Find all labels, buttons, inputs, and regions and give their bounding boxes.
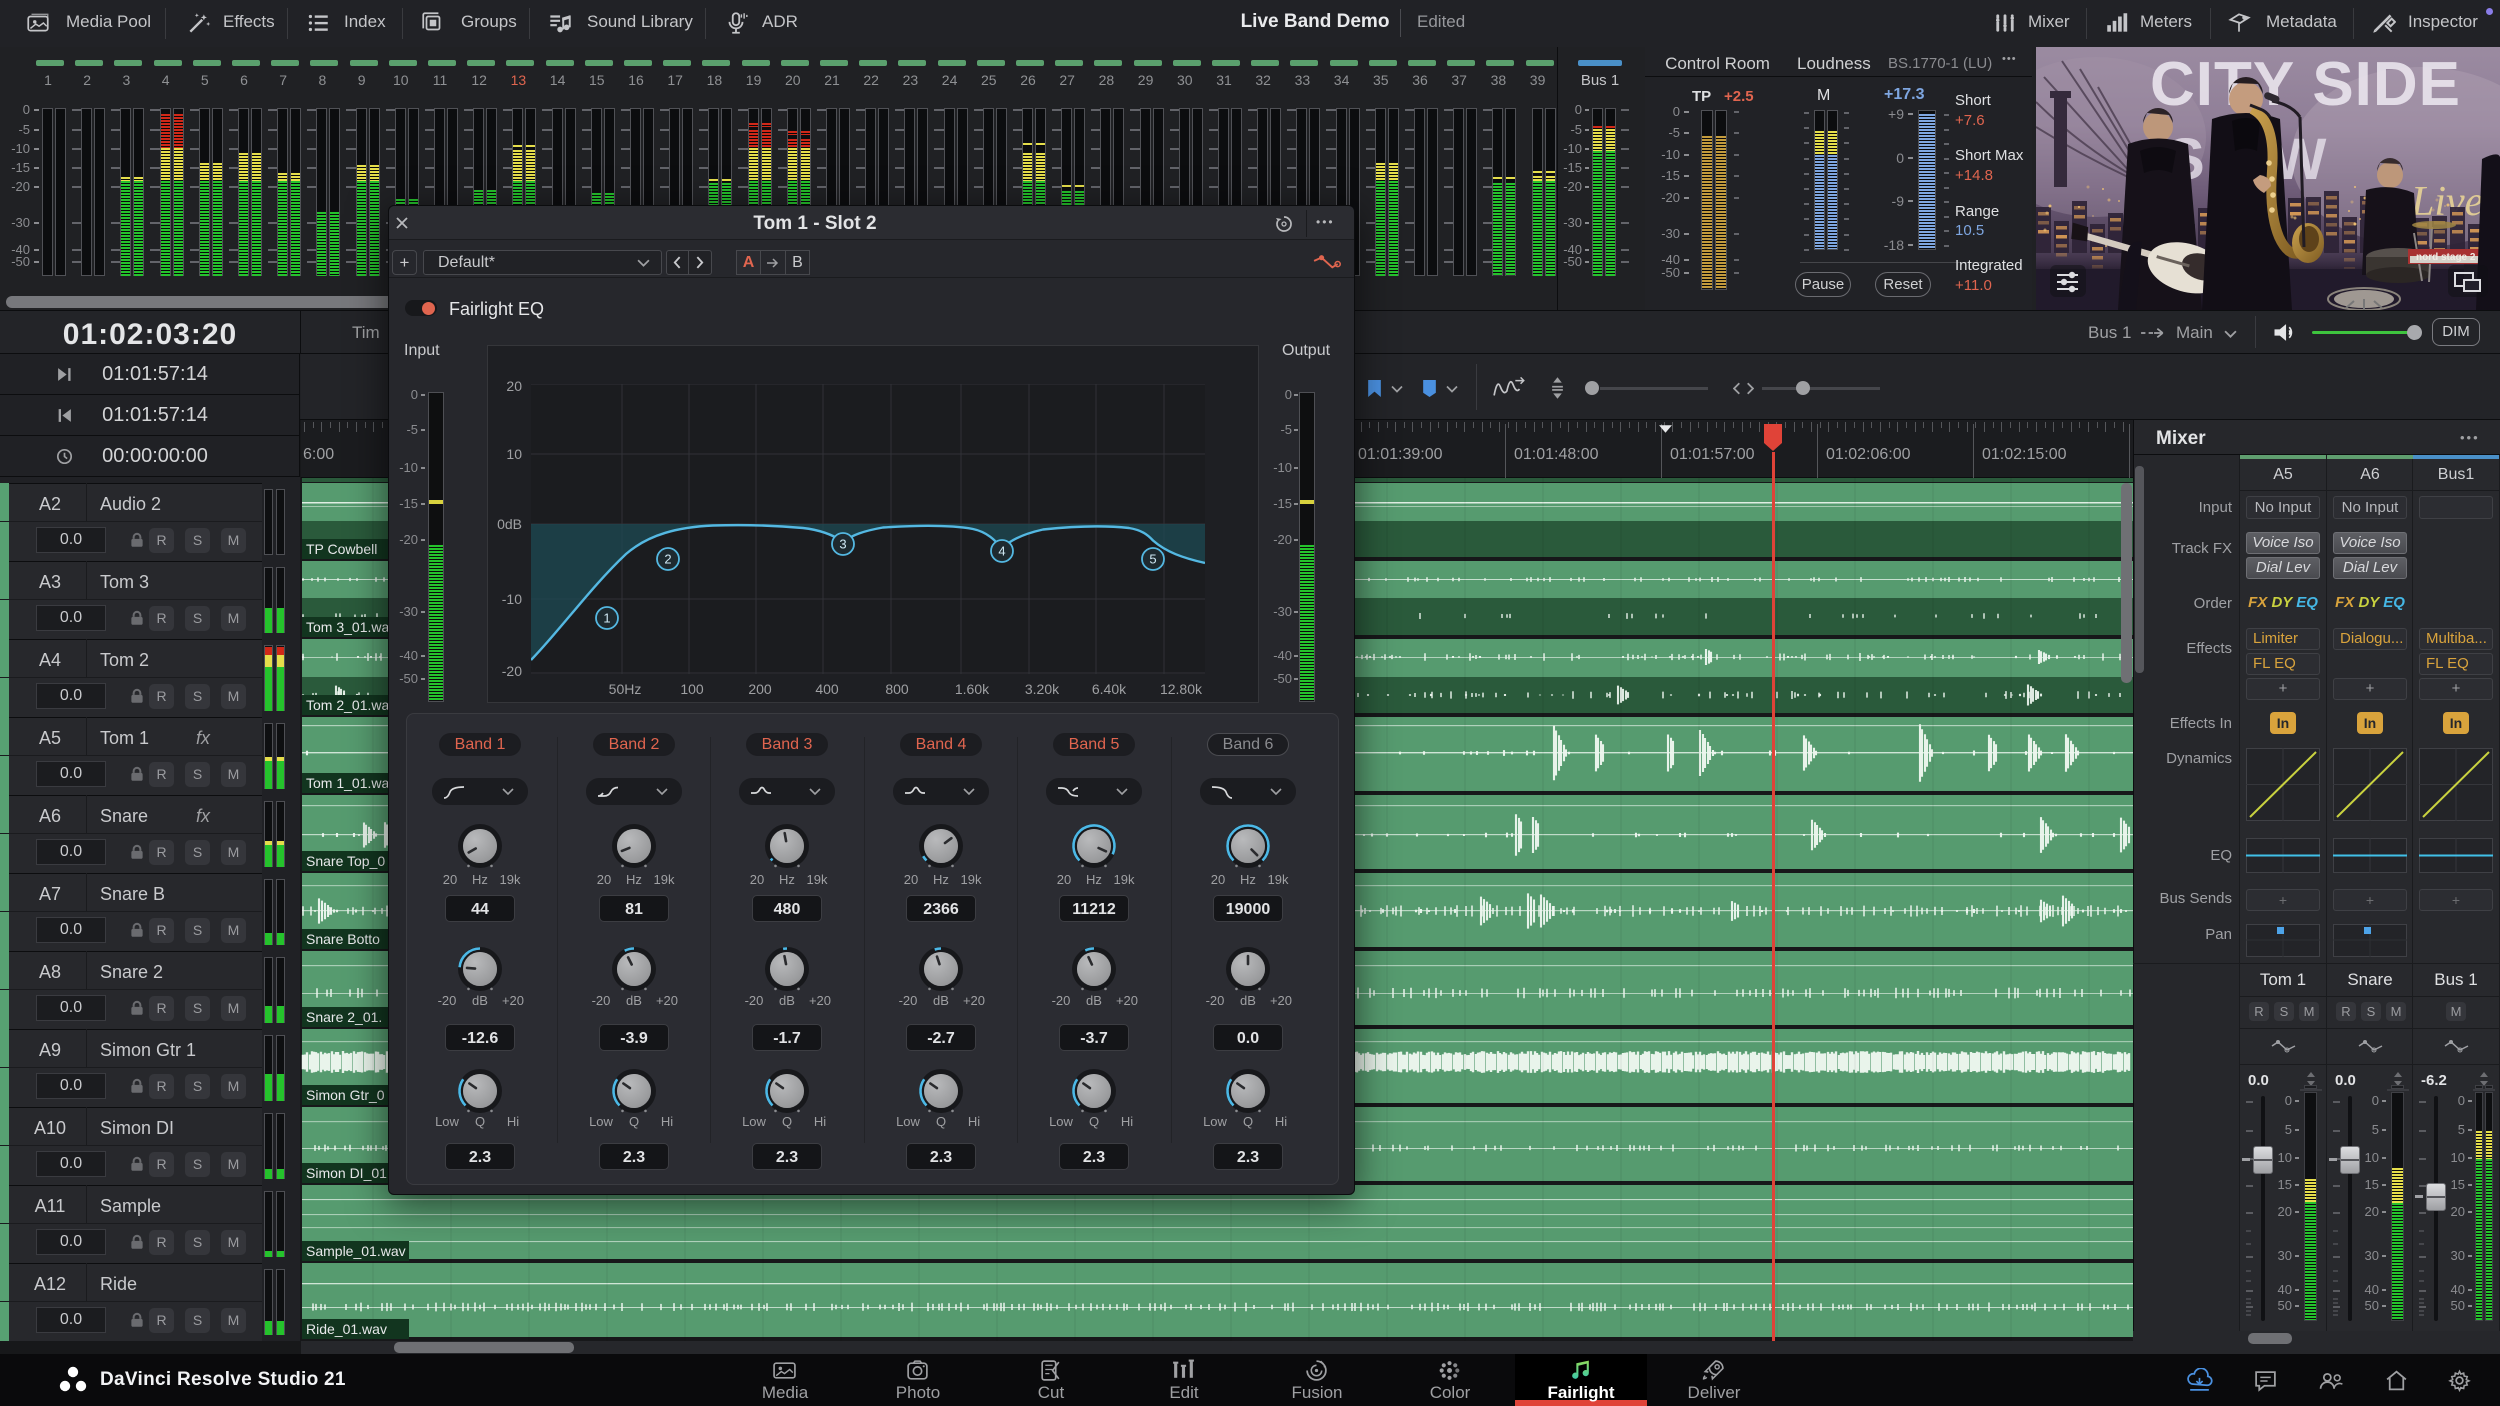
svg-text:1: 1 bbox=[603, 611, 610, 626]
svg-text:2: 2 bbox=[664, 552, 671, 567]
svg-text:4: 4 bbox=[998, 544, 1005, 559]
svg-text:5: 5 bbox=[1149, 552, 1156, 567]
svg-text:nord stage 2: nord stage 2 bbox=[2416, 252, 2476, 263]
svg-text:CITY SIDE: CITY SIDE bbox=[2150, 50, 2461, 119]
svg-text:3: 3 bbox=[839, 537, 846, 552]
